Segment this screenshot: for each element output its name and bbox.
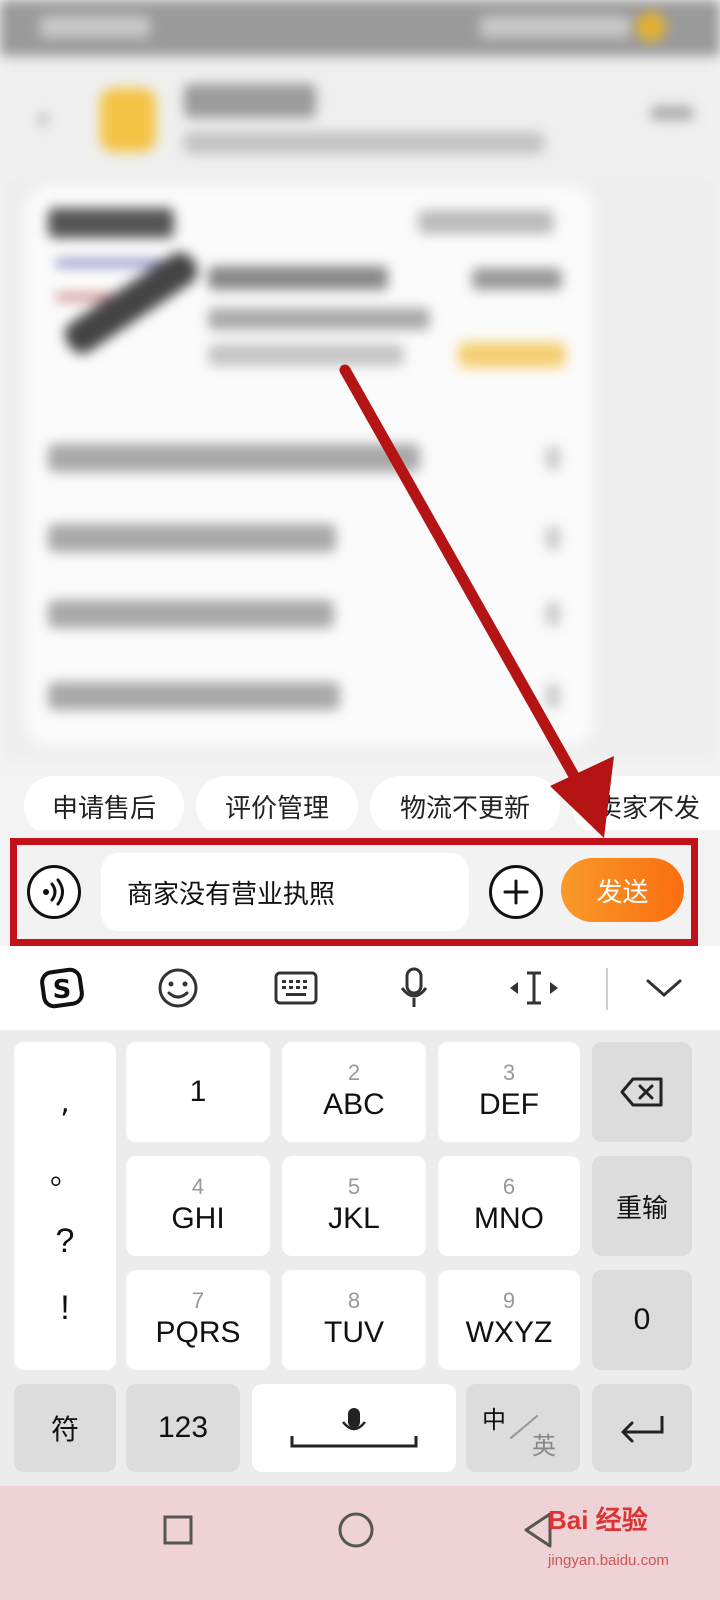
circle-icon (338, 1512, 374, 1548)
chevron-right-icon (546, 602, 560, 626)
key-7-pqrs[interactable]: 7 PQRS (126, 1270, 270, 1370)
card-title-blurred (48, 208, 174, 238)
punctuation-column[interactable]: , 。 ? ! (14, 1042, 116, 1370)
keyboard-switch-icon[interactable] (270, 962, 322, 1014)
product-info-blurred (208, 344, 404, 366)
key-8-tuv[interactable]: 8 TUV (282, 1270, 426, 1370)
product-price-blurred (472, 268, 562, 290)
punct-question[interactable]: ? (56, 1222, 75, 1260)
chat-background-blurred: ‹ (0, 0, 720, 760)
send-button[interactable]: 发送 (561, 858, 684, 922)
space-mic-icon (290, 1408, 418, 1448)
symbol-key[interactable]: 符 (14, 1384, 116, 1472)
product-tag-blurred (458, 342, 566, 368)
quick-reply-chip[interactable]: 物流不更新 (370, 776, 560, 830)
number-mode-key[interactable]: 123 (126, 1384, 240, 1472)
quick-reply-chip[interactable]: 评价管理 (196, 776, 358, 830)
product-spec-blurred (208, 308, 430, 330)
punct-period[interactable]: 。 (50, 1149, 80, 1193)
message-input-bar: 商家没有营业执照 发送 (10, 838, 698, 946)
faq-question-blurred[interactable] (48, 600, 334, 628)
status-icons-blurred (480, 16, 630, 38)
chevron-right-icon (546, 446, 560, 470)
enter-icon (621, 1416, 664, 1443)
enter-key[interactable] (592, 1384, 692, 1472)
status-time-blurred (40, 16, 150, 38)
chat-subtitle-blurred (184, 132, 544, 154)
key-0[interactable]: 0 (592, 1270, 692, 1370)
voice-input-button[interactable] (27, 865, 81, 919)
emoji-icon[interactable] (152, 962, 204, 1014)
baidu-watermark-url: jingyan.baidu.com (548, 1552, 669, 1569)
battery-icon (636, 12, 666, 42)
punct-comma[interactable]: , (60, 1085, 70, 1120)
faq-question-blurred[interactable] (48, 524, 336, 552)
keyboard-toolbar: S (0, 946, 720, 1030)
key-2-abc[interactable]: 2 ABC (282, 1042, 426, 1142)
plus-icon (503, 879, 529, 905)
status-bar (0, 0, 720, 56)
key-3-def[interactable]: 3 DEF (438, 1042, 580, 1142)
cursor-move-icon[interactable] (508, 962, 560, 1014)
chat-title-blurred (184, 84, 316, 118)
quick-reply-bar: 申请售后 评价管理 物流不更新 卖家不发 (0, 760, 720, 830)
recent-apps-button[interactable] (156, 1508, 200, 1552)
key-6-mno[interactable]: 6 MNO (438, 1156, 580, 1256)
quick-reply-chip[interactable]: 申请售后 (24, 776, 184, 830)
language-switch-key[interactable]: 中 英 (466, 1384, 580, 1472)
chat-header: ‹ (0, 56, 720, 180)
key-1[interactable]: 1 (126, 1042, 270, 1142)
backspace-icon (620, 1077, 663, 1107)
t9-keyboard: , 。 ? ! 1 2 ABC 3 DEF 4 GHI 5 JKL 6 MNO … (0, 1030, 720, 1486)
product-name-blurred (208, 266, 388, 290)
space-key[interactable] (252, 1384, 456, 1472)
punct-exclamation[interactable]: ! (60, 1289, 69, 1327)
chevron-right-icon (546, 526, 560, 550)
chevron-down-icon[interactable] (638, 962, 690, 1014)
voice-wave-icon (43, 878, 64, 906)
square-icon (163, 1515, 193, 1545)
reinput-key[interactable]: 重输 (592, 1156, 692, 1256)
lang-cn-label: 中 (482, 1406, 506, 1434)
microphone-icon[interactable] (388, 962, 440, 1014)
back-arrow-icon[interactable]: ‹ (36, 98, 60, 139)
baidu-watermark: Bai 经验 (548, 1505, 648, 1535)
lang-en-label: 英 (532, 1432, 556, 1460)
message-text-field[interactable]: 商家没有营业执照 (101, 853, 469, 931)
shop-avatar (100, 88, 156, 152)
toolbar-divider (606, 968, 608, 1010)
home-button[interactable] (332, 1506, 380, 1554)
key-9-wxyz[interactable]: 9 WXYZ (438, 1270, 580, 1370)
card-link-blurred (418, 210, 554, 234)
add-attachment-button[interactable] (489, 865, 543, 919)
key-5-jkl[interactable]: 5 JKL (282, 1156, 426, 1256)
quick-reply-chip[interactable]: 卖家不发 (572, 776, 720, 830)
key-4-ghi[interactable]: 4 GHI (126, 1156, 270, 1256)
chevron-right-icon (546, 684, 560, 708)
svg-text:S: S (53, 975, 72, 1005)
faq-question-blurred[interactable] (48, 444, 420, 472)
faq-question-blurred[interactable] (48, 682, 340, 710)
sogou-logo-icon[interactable]: S (36, 962, 88, 1014)
order-faq-card (26, 186, 594, 746)
more-options-icon[interactable] (650, 106, 694, 120)
delete-key[interactable] (592, 1042, 692, 1142)
